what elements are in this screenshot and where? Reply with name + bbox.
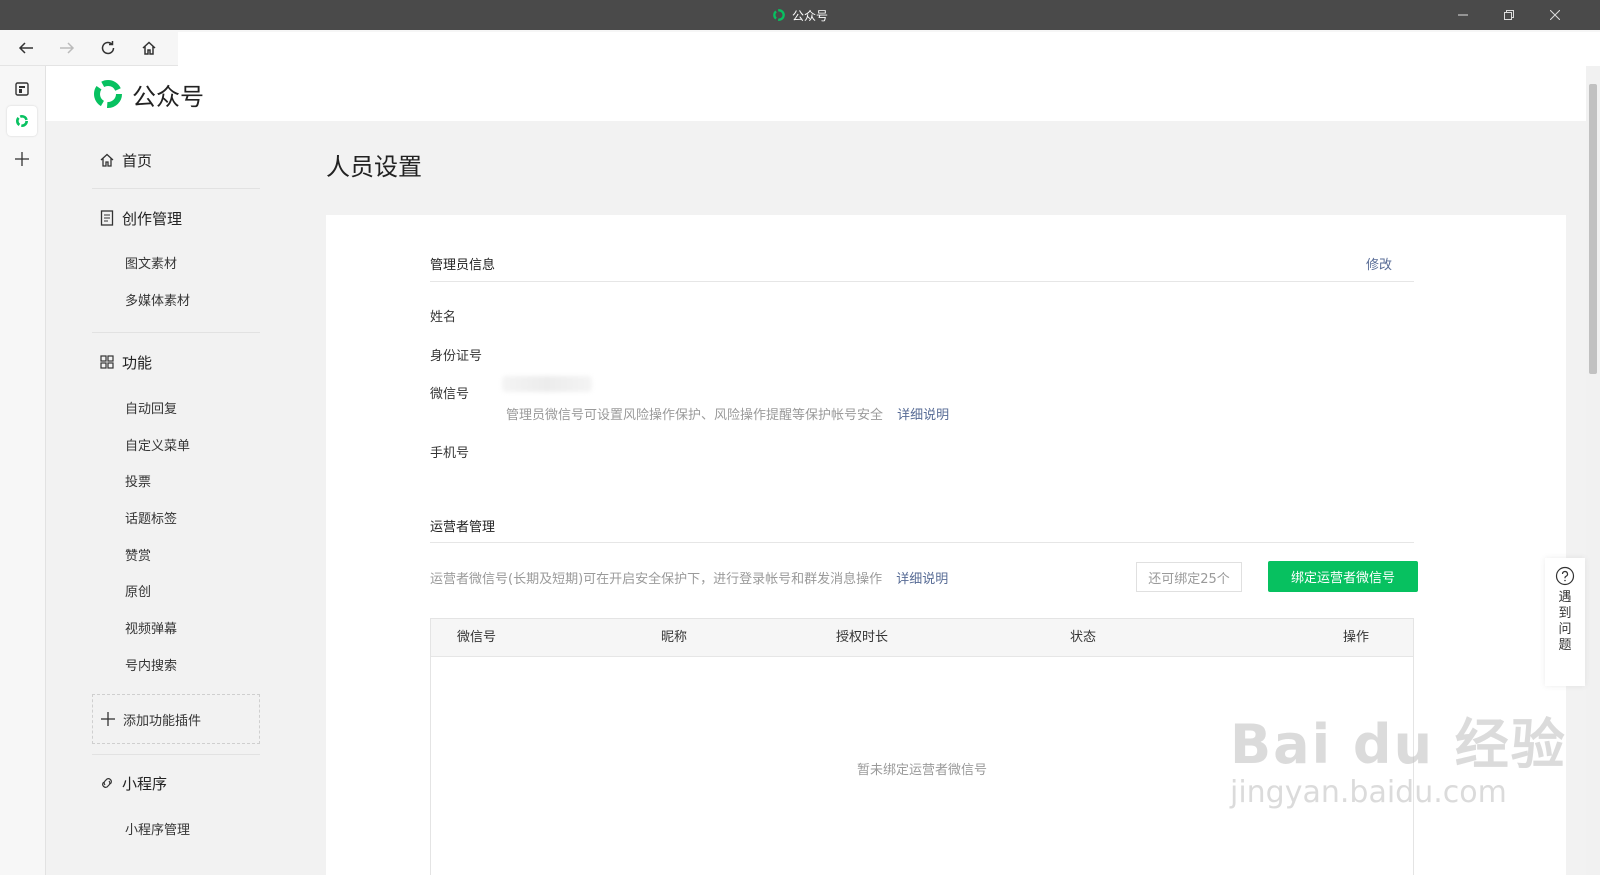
sidebar-item-miniprogram[interactable]: 小程序 <box>92 768 262 798</box>
sidebar-subitem-reward[interactable]: 赞赏 <box>125 547 151 567</box>
page-title: 人员设置 <box>326 153 422 181</box>
remaining-binds-badge: 还可绑定25个 <box>1136 562 1242 592</box>
operators-hint: 运营者微信号(长期及短期)可在开启安全保护下，进行登录帐号和群发消息操作 详细说… <box>430 568 948 587</box>
refresh-button[interactable] <box>88 30 128 66</box>
official-account-icon <box>16 115 28 127</box>
baidu-jingyan-watermark: Bai du 经验 jingyan.baidu.com <box>1230 700 1567 810</box>
column-header-status: 状态 <box>1070 630 1097 645</box>
app-logo-icon <box>773 9 785 21</box>
sidebar-item-creation[interactable]: 创作管理 <box>92 203 262 233</box>
sidebar-subitem-auto-reply[interactable]: 自动回复 <box>125 400 177 420</box>
sidebar-subitem-miniprogram-manage[interactable]: 小程序管理 <box>125 821 190 841</box>
window-title: 公众号 <box>0 0 1600 30</box>
minimize-icon <box>1458 14 1468 16</box>
page-scrollbar[interactable] <box>1586 66 1600 875</box>
plus-icon <box>101 712 115 726</box>
sidebar-item-home[interactable]: 首页 <box>92 145 262 175</box>
watermark-url: jingyan.baidu.com <box>1230 775 1507 810</box>
sidebar-divider <box>92 332 260 333</box>
app-rail <box>0 66 46 875</box>
section-divider <box>430 281 1414 282</box>
sidebar-subitem-custom-menu[interactable]: 自定义菜单 <box>125 437 190 457</box>
arrow-left-icon <box>18 42 33 54</box>
bind-operator-button[interactable]: 绑定运营者微信号 <box>1268 561 1418 592</box>
browser-navbar <box>0 30 1600 66</box>
restore-button[interactable] <box>1486 0 1532 30</box>
watermark-brand: Bai du 经验 <box>1230 713 1567 776</box>
rail-item-docs[interactable] <box>7 74 37 104</box>
window-titlebar: 公众号 <box>0 0 1600 30</box>
table-header: 微信号 昵称 授权时长 状态 操作 <box>431 619 1413 657</box>
id-number-label: 身份证号 <box>430 349 483 364</box>
wechat-hint: 管理员微信号可设置风险操作保护、风险操作提醒等保护帐号安全 详细说明 <box>506 404 949 423</box>
home-button[interactable] <box>129 30 169 66</box>
wechat-label: 微信号 <box>430 387 470 402</box>
document-icon <box>100 210 114 226</box>
wechat-official-account-logo-icon <box>94 80 122 108</box>
admin-details-link[interactable]: 详细说明 <box>897 408 949 423</box>
wechat-value-redacted <box>502 376 592 392</box>
grid-icon <box>100 355 114 369</box>
operators-hint-text: 运营者微信号(长期及短期)可在开启安全保护下，进行登录帐号和群发消息操作 <box>430 572 883 587</box>
sidebar-subitem-video-danmaku[interactable]: 视频弹幕 <box>125 620 177 640</box>
help-label: 遇到问题 <box>1558 590 1572 653</box>
page-header: 公众号 <box>46 67 1586 121</box>
rail-item-official-account[interactable] <box>7 106 37 136</box>
name-label: 姓名 <box>430 310 457 325</box>
close-icon <box>1550 10 1560 20</box>
wechat-hint-text: 管理员微信号可设置风险操作保护、风险操作提醒等保护帐号安全 <box>506 408 884 423</box>
forward-button[interactable] <box>47 30 87 66</box>
sidebar-item-label: 小程序 <box>122 774 168 793</box>
sidebar-subitem-articles[interactable]: 图文素材 <box>125 255 177 275</box>
home-icon <box>142 41 156 55</box>
brand-logo[interactable]: 公众号 <box>92 76 204 112</box>
brand-name: 公众号 <box>132 82 204 111</box>
help-widget[interactable]: 遇到问题 <box>1545 558 1585 686</box>
link-icon <box>102 778 112 788</box>
operators-section-title: 运营者管理 <box>430 520 496 535</box>
sidebar-subitem-search[interactable]: 号内搜索 <box>125 657 177 677</box>
add-plugin-button[interactable]: 添加功能插件 <box>92 694 260 744</box>
sidebar-item-features[interactable]: 功能 <box>92 347 262 377</box>
refresh-icon <box>101 41 115 55</box>
scrollbar-thumb[interactable] <box>1589 84 1597 374</box>
question-icon <box>1555 566 1575 586</box>
column-header-nickname: 昵称 <box>661 630 688 645</box>
add-plugin-label: 添加功能插件 <box>123 713 202 729</box>
sidebar-subitem-media[interactable]: 多媒体素材 <box>125 292 190 312</box>
document-icon <box>15 82 29 96</box>
home-icon <box>100 153 114 167</box>
sidebar-subitem-vote[interactable]: 投票 <box>125 473 151 493</box>
admin-section-title: 管理员信息 <box>430 258 496 273</box>
sidebar-item-label: 首页 <box>122 151 153 170</box>
sidebar-item-label: 功能 <box>122 353 153 372</box>
back-button[interactable] <box>6 30 46 66</box>
edit-admin-link[interactable]: 修改 <box>1366 254 1392 273</box>
restore-icon <box>1504 10 1514 20</box>
plus-icon <box>15 152 29 166</box>
sidebar-divider <box>92 754 260 755</box>
section-divider <box>430 542 1414 543</box>
column-header-auth-duration: 授权时长 <box>836 630 889 645</box>
window-title-text: 公众号 <box>791 8 828 23</box>
column-header-actions: 操作 <box>1343 630 1370 645</box>
sidebar-subitem-original[interactable]: 原创 <box>125 583 151 603</box>
sidebar-divider <box>92 188 260 189</box>
phone-label: 手机号 <box>430 446 470 461</box>
minimize-button[interactable] <box>1440 0 1486 30</box>
arrow-right-icon <box>60 42 75 54</box>
column-header-wechat: 微信号 <box>457 630 497 645</box>
sidebar-item-label: 创作管理 <box>122 209 183 228</box>
close-button[interactable] <box>1532 0 1578 30</box>
operators-details-link[interactable]: 详细说明 <box>896 572 948 587</box>
sidebar-subitem-topic-tags[interactable]: 话题标签 <box>125 510 177 530</box>
address-bar[interactable] <box>178 32 1600 66</box>
rail-add-button[interactable] <box>7 144 37 174</box>
